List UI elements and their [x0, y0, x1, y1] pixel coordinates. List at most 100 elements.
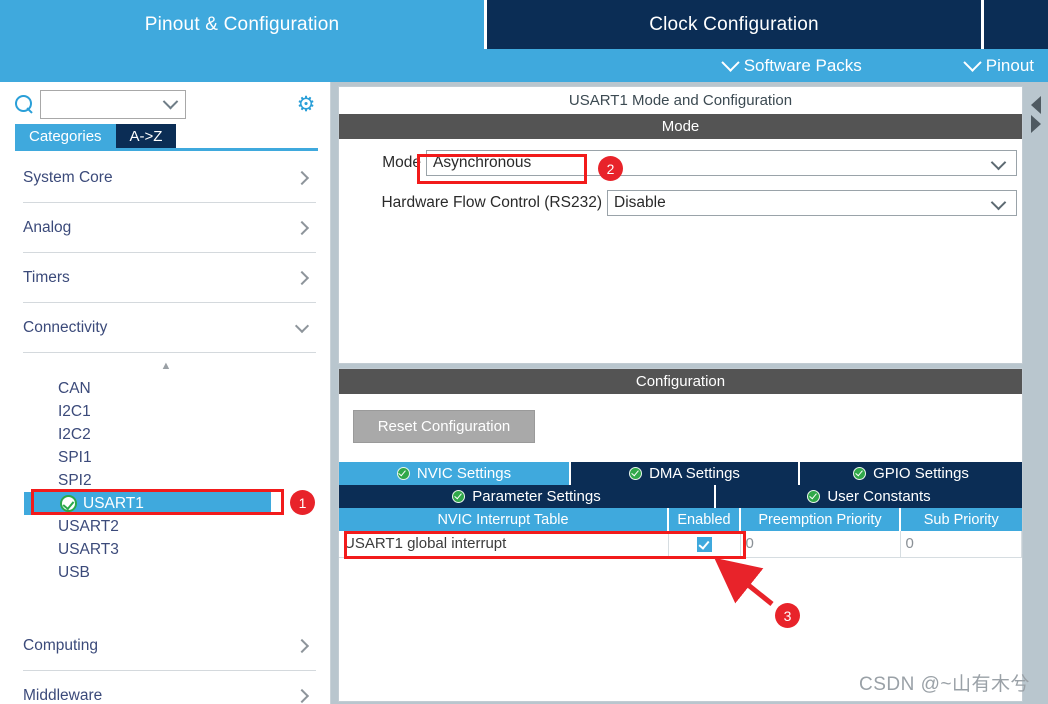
chevron-down-icon [294, 318, 310, 333]
tab-categories-label: Categories [29, 127, 102, 145]
configuration-section-header-label: Configuration [635, 373, 726, 390]
column-header-interrupt[interactable]: NVIC Interrupt Table [339, 508, 669, 531]
panel-splitter[interactable] [1028, 96, 1044, 140]
tab-clock-configuration-label: Clock Configuration [649, 13, 819, 35]
reset-wrap: Reset Configuration [339, 394, 1022, 443]
mode-select[interactable]: Asynchronous [426, 150, 1017, 176]
pinout-menu[interactable]: Pinout [963, 53, 1034, 76]
cell-enabled[interactable] [668, 531, 741, 558]
chevron-down-icon [720, 53, 740, 72]
column-header-sub-priority[interactable]: Sub Priority [900, 508, 1022, 531]
sidebar-item-timers[interactable]: Timers [23, 253, 316, 303]
pinout-label: Pinout [985, 55, 1034, 75]
gear-icon[interactable]: ⚙ [295, 94, 317, 116]
annotation-badge-2: 2 [598, 156, 623, 181]
chevron-right-icon [294, 688, 310, 703]
sidebar-tab-underline [15, 148, 318, 151]
sidebar-item-computing[interactable]: Computing [23, 621, 316, 671]
config-tab-row-1: NVIC Settings DMA Settings GPIO Settings [339, 462, 1022, 485]
chevron-down-icon [162, 93, 179, 109]
hw-flow-control-select[interactable]: Disable [607, 190, 1017, 216]
software-packs-menu[interactable]: Software Packs [720, 53, 862, 76]
configured-check-icon [60, 495, 77, 512]
sub-bar: Software Packs Pinout [0, 49, 1048, 82]
list-item[interactable]: I2C2 [0, 423, 331, 446]
list-item[interactable]: USART3 [0, 538, 331, 561]
sidebar-item-analog[interactable]: Analog [23, 203, 316, 253]
tab-extra[interactable] [984, 0, 1048, 49]
list-item[interactable]: SPI1 [0, 446, 331, 469]
tab-user-constants-label: User Constants [827, 488, 931, 505]
tab-parameter-settings[interactable]: Parameter Settings [339, 485, 716, 508]
sidebar-item-usart1[interactable]: USART1 [24, 492, 271, 515]
list-item[interactable]: USART2 [0, 515, 331, 538]
mode-section-header-label: Mode [661, 118, 700, 135]
list-item[interactable]: CAN [0, 377, 331, 400]
table-row[interactable]: USART1 global interrupt 0 0 [339, 531, 1022, 558]
chevron-right-icon [294, 638, 310, 653]
peripheral-list: ▲ CAN I2C1 I2C2 SPI1 SPI2 USART1 USART2 … [0, 353, 331, 584]
cell-preemption-priority[interactable]: 0 [740, 531, 901, 558]
watermark: CSDN @~山有木兮 [859, 674, 1030, 695]
config-tab-row-2: Parameter Settings User Constants [339, 485, 1022, 508]
tab-pinout-configuration-label: Pinout & Configuration [144, 13, 340, 35]
tab-categories[interactable]: Categories [15, 124, 116, 148]
configuration-area: USART1 Mode and Configuration Mode Mode … [332, 82, 1048, 704]
sidebar-item-connectivity[interactable]: Connectivity [23, 303, 316, 353]
tab-nvic-settings[interactable]: NVIC Settings [339, 462, 571, 485]
peripheral-label: CAN [58, 379, 91, 397]
category-list: System Core Analog Timers Connectivity ▲… [0, 153, 331, 704]
sidebar-item-timers-label: Timers [23, 268, 70, 286]
chevron-down-icon [963, 53, 982, 72]
peripheral-label: I2C1 [58, 402, 91, 420]
nvic-interrupt-table: NVIC Interrupt Table Enabled Preemption … [339, 508, 1022, 558]
tab-gpio-settings[interactable]: GPIO Settings [800, 462, 1022, 485]
chevron-right-icon [294, 170, 310, 185]
chevron-down-icon [990, 154, 1007, 171]
list-item[interactable]: SPI2 [0, 469, 331, 492]
mode-field-label: Mode [382, 154, 421, 171]
nvic-enabled-checkbox[interactable] [696, 536, 712, 552]
top-bar: Pinout & Configuration Clock Configurati… [0, 0, 1048, 82]
reset-configuration-button[interactable]: Reset Configuration [353, 410, 535, 443]
collapse-left-arrow-icon[interactable] [1031, 96, 1041, 114]
categories-sidebar: ⚙ Categories A->Z System Core Analog Tim… [0, 82, 331, 704]
peripheral-label: USART3 [58, 540, 119, 558]
tab-parameter-settings-label: Parameter Settings [472, 488, 601, 505]
column-header-preemption-priority[interactable]: Preemption Priority [740, 508, 901, 531]
sidebar-item-system-core[interactable]: System Core [23, 153, 316, 203]
scroll-spinner-icon[interactable]: ▲ [0, 355, 331, 377]
tab-a-to-z[interactable]: A->Z [115, 124, 177, 148]
annotation-badge-2-label: 2 [606, 160, 615, 177]
annotation-badge-3: 3 [775, 603, 800, 628]
peripheral-label: I2C2 [58, 425, 91, 443]
list-item[interactable]: I2C1 [0, 400, 331, 423]
search-input[interactable] [40, 89, 186, 119]
list-item[interactable]: USB [0, 561, 331, 584]
software-packs-label: Software Packs [743, 55, 862, 75]
panel-title: USART1 Mode and Configuration [339, 87, 1022, 114]
main-tab-strip: Pinout & Configuration Clock Configurati… [0, 0, 1048, 49]
tab-a-to-z-label: A->Z [129, 127, 163, 145]
mode-section-header: Mode [339, 114, 1022, 139]
tab-dma-settings[interactable]: DMA Settings [571, 462, 800, 485]
search-icon [15, 94, 34, 114]
annotation-badge-3-label: 3 [783, 607, 792, 624]
tab-user-constants[interactable]: User Constants [716, 485, 1022, 508]
cubemx-window: Pinout & Configuration Clock Configurati… [0, 0, 1048, 704]
mode-value: Asynchronous [433, 154, 532, 171]
peripheral-label: SPI1 [58, 448, 92, 466]
tab-clock-configuration[interactable]: Clock Configuration [484, 0, 984, 49]
column-header-enabled[interactable]: Enabled [668, 508, 741, 531]
tab-gpio-settings-label: GPIO Settings [873, 465, 969, 482]
sidebar-item-system-core-label: System Core [23, 168, 113, 186]
tab-pinout-configuration[interactable]: Pinout & Configuration [0, 0, 484, 49]
cell-sub-priority[interactable]: 0 [900, 531, 1022, 558]
peripheral-label: USB [58, 563, 90, 581]
check-circle-icon [396, 467, 410, 480]
sidebar-item-middleware[interactable]: Middleware [23, 671, 316, 704]
peripheral-label: SPI2 [58, 471, 92, 489]
sidebar-item-computing-label: Computing [23, 636, 98, 654]
expand-right-arrow-icon[interactable] [1031, 115, 1041, 133]
table-header-row: NVIC Interrupt Table Enabled Preemption … [339, 508, 1022, 531]
